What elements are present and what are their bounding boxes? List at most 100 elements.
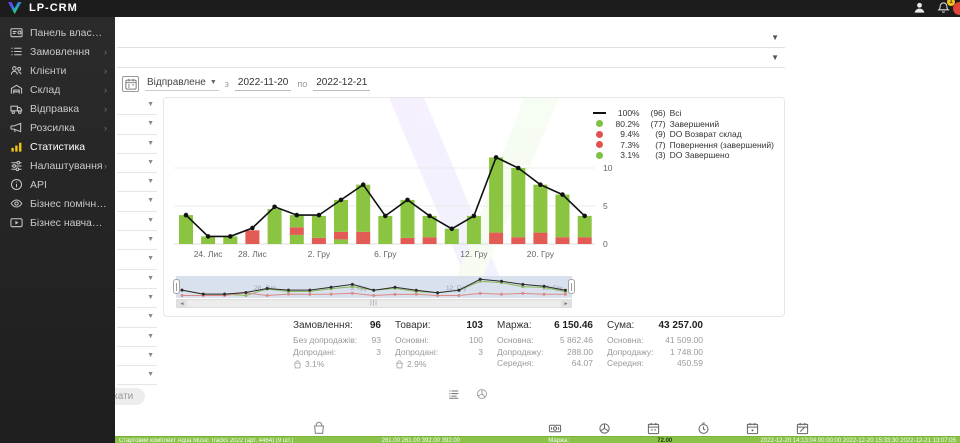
sidebar-item-відправка[interactable]: Відправка › xyxy=(0,99,115,118)
clock-icon[interactable] xyxy=(697,422,710,435)
calendar-icon[interactable] xyxy=(647,422,660,435)
chart-type-toggles xyxy=(448,388,488,400)
svg-text:20. Гру: 20. Гру xyxy=(527,249,555,259)
chevron-right-icon: › xyxy=(104,104,107,114)
chevron-down-icon: ▼ xyxy=(210,79,217,86)
chart-scrollbar[interactable]: ◄ ||| ► xyxy=(176,299,572,308)
mini-filter-select[interactable]: ▼ xyxy=(117,231,157,250)
chevron-down-icon: ▼ xyxy=(147,101,154,108)
stat-title-value: 43 257.00 xyxy=(659,320,704,331)
scrollbar-grip[interactable]: ||| xyxy=(187,300,561,307)
sidebar-item-api[interactable]: API xyxy=(0,175,115,194)
sidebar-item-розсилка[interactable]: Розсилка › xyxy=(0,118,115,137)
sidebar-item-бізнес-навчання[interactable]: Бізнес навчання xyxy=(0,213,115,232)
from-label: з xyxy=(225,79,229,89)
profile-status-icon[interactable] xyxy=(953,2,960,15)
chevron-down-icon: ▼ xyxy=(147,255,154,262)
to-label: по xyxy=(297,79,307,89)
legend-item[interactable]: 100%(96)Всі xyxy=(593,108,774,119)
cart-small-icon xyxy=(395,360,404,369)
chevron-down-icon: ▼ xyxy=(147,178,154,185)
product-icon[interactable] xyxy=(598,422,611,435)
chart-range-navigator[interactable]: 28. Лис5. Гру12. Гру19. Гру xyxy=(176,276,572,298)
mini-filter-select[interactable]: ▼ xyxy=(117,270,157,289)
statistics-icon xyxy=(10,140,23,153)
sidebar-item-label: Панель власника xyxy=(30,27,107,39)
mini-filter-select[interactable]: ▼ xyxy=(117,328,157,347)
date-type-label: Відправлене xyxy=(147,77,206,88)
sidebar-item-клієнти[interactable]: Клієнти › xyxy=(0,61,115,80)
sidebar-item-налаштування[interactable]: Налаштування› xyxy=(0,156,115,175)
stat-title-label: Сума: xyxy=(607,320,634,331)
sidebar-item-склад[interactable]: Склад› xyxy=(0,80,115,99)
sidebar-item-label: Клієнти xyxy=(30,65,66,77)
svg-text:5: 5 xyxy=(603,201,608,211)
stat-row-value: 5 862.46 xyxy=(560,335,593,347)
stat-title-value: 6 150.46 xyxy=(554,320,593,331)
lp-crm-logo[interactable]: LP-CRM xyxy=(7,1,78,15)
sidebar-item-панель-власника[interactable]: Панель власника xyxy=(0,23,115,42)
legend-item[interactable]: 9.4%(9)DO Возврат склад xyxy=(593,129,774,140)
date-from-input[interactable]: 2022-11-20 xyxy=(235,77,291,91)
svg-text:28. Лис: 28. Лис xyxy=(238,249,268,259)
chevron-down-icon: ▼ xyxy=(147,217,154,224)
calendar-edit-icon[interactable] xyxy=(796,422,809,435)
sidebar-item-label: Відправка xyxy=(30,103,79,115)
date-to-input[interactable]: 2022-12-21 xyxy=(313,77,370,91)
stat-row-label: Основна: xyxy=(607,335,644,347)
mini-filter-select[interactable]: ▼ xyxy=(117,347,157,366)
legend-item[interactable]: 80.2%(77)Завершений xyxy=(593,119,774,130)
scroll-left-icon[interactable]: ◄ xyxy=(177,300,187,307)
money-icon[interactable] xyxy=(548,422,562,435)
highlighted-table-row[interactable]: Стартовий комплект Aqua Music Tracks 202… xyxy=(115,436,960,443)
chevron-down-icon: ▼ xyxy=(771,53,779,62)
line-swatch-icon xyxy=(593,112,606,114)
scroll-right-icon[interactable]: ► xyxy=(561,300,571,307)
sidebar-item-замовлення[interactable]: Замовлення› xyxy=(0,42,115,61)
mini-filter-select[interactable]: ▼ xyxy=(117,192,157,211)
chevron-right-icon: › xyxy=(104,66,107,76)
mini-filter-select[interactable]: ▼ xyxy=(117,173,157,192)
sidebar-item-label: Бізнес навчання xyxy=(30,217,107,229)
mini-filter-select[interactable]: ▼ xyxy=(117,308,157,327)
legend-item[interactable]: 3.1%(3)DO Завершено xyxy=(593,150,774,161)
calendar-button[interactable] xyxy=(122,76,139,92)
mini-filter-select[interactable]: ▼ xyxy=(117,250,157,269)
svg-text:10: 10 xyxy=(603,163,613,173)
summary-stats: Замовлення:96Без допродажів:93Допродані:… xyxy=(293,320,703,370)
chevron-right-icon: › xyxy=(104,85,107,95)
bar-list-icon[interactable] xyxy=(448,388,460,400)
filter-select-1[interactable]: ▼ xyxy=(117,28,785,48)
notifications-bell-icon[interactable]: 1 xyxy=(937,1,950,14)
mini-filter-select[interactable]: ▼ xyxy=(117,115,157,134)
sidebar-item-label: Розсилка xyxy=(30,122,75,134)
stat-row-label: Середня: xyxy=(607,358,644,370)
id-card-icon xyxy=(10,26,23,39)
mini-filter-select[interactable]: ▼ xyxy=(117,96,157,115)
chevron-down-icon: ▼ xyxy=(147,294,154,301)
mini-filter-select[interactable]: ▼ xyxy=(117,135,157,154)
logo-text: LP-CRM xyxy=(29,2,78,14)
sidebar-item-бізнес-помічники[interactable]: Бізнес помічники xyxy=(0,194,115,213)
chevron-right-icon: › xyxy=(104,123,107,133)
pie-chart-icon[interactable] xyxy=(476,388,488,400)
stat-title-value: 96 xyxy=(370,320,381,331)
stat-column: Замовлення:96Без допродажів:93Допродані:… xyxy=(293,320,381,370)
navigator-right-handle[interactable] xyxy=(568,279,575,294)
sidebar-item-статистика[interactable]: Статистика xyxy=(0,137,115,156)
mini-filter-select[interactable]: ▼ xyxy=(117,154,157,173)
filter-select-2[interactable]: ▼ xyxy=(117,48,785,68)
navigator-left-handle[interactable] xyxy=(173,279,180,294)
date-type-dropdown[interactable]: Відправлене ▼ xyxy=(145,77,219,91)
user-icon[interactable] xyxy=(913,1,926,14)
svg-text:0: 0 xyxy=(603,239,608,249)
mini-filter-select[interactable]: ▼ xyxy=(117,289,157,308)
chevron-down-icon: ▼ xyxy=(147,352,154,359)
stat-row-value: 288.00 xyxy=(567,347,593,359)
legend-item[interactable]: 7.3%(7)Повернення (завершений) xyxy=(593,140,774,151)
calendar-dot-icon[interactable] xyxy=(746,422,759,435)
stat-row-value: 64.07 xyxy=(572,358,593,370)
orders-chart[interactable]: 051024. Лис28. Лис2. Гру6. Гру12. Гру20.… xyxy=(174,138,619,264)
mini-filter-select[interactable]: ▼ xyxy=(117,212,157,231)
mini-filter-select[interactable]: ▼ xyxy=(117,366,157,385)
